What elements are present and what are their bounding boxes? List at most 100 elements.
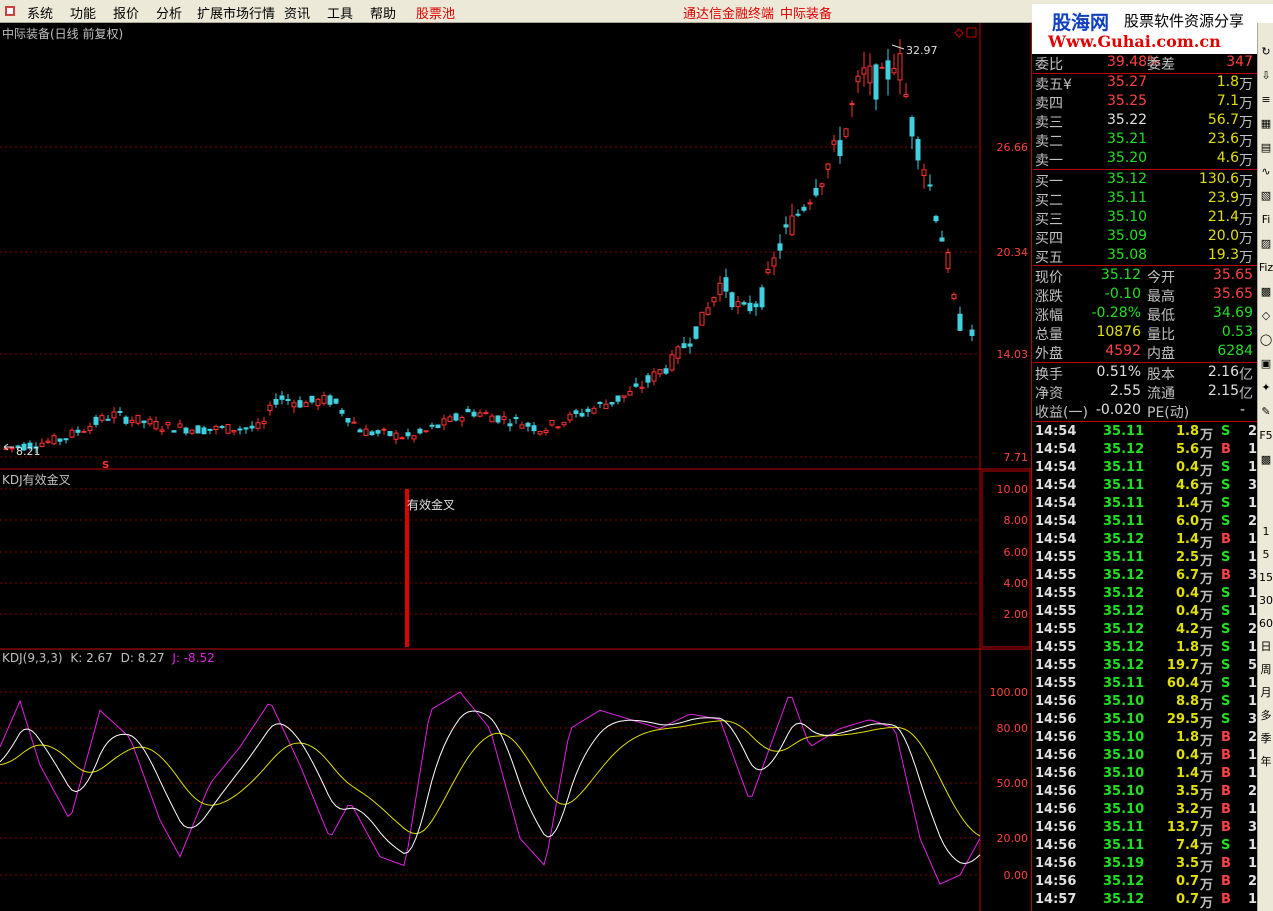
candle-body (615, 395, 621, 402)
toolbar-icon[interactable]: ◯ (1258, 331, 1273, 349)
candle-body (927, 184, 933, 187)
menu-quote[interactable]: 报价 (113, 3, 139, 22)
candle-body (933, 215, 939, 222)
toolbar-icon[interactable]: ▨ (1258, 235, 1273, 253)
candle-body (729, 292, 735, 308)
candle-body (261, 420, 267, 425)
candle-body (591, 407, 597, 414)
kdj-name: KDJ(9,3,3) (2, 651, 63, 665)
candle-body (51, 435, 57, 445)
kdj-axis-label: 20.00 (997, 832, 1029, 845)
stat-row: 现价 35.12 今开 35.65 (1035, 267, 1253, 286)
candle-body (165, 422, 171, 426)
toolbar-icon[interactable]: F5 (1258, 427, 1273, 445)
toolbar-icon[interactable]: ∿ (1258, 163, 1273, 181)
candle-body (57, 438, 63, 442)
tick-row: 14:56 35.11 13.7 万 B 3 (1035, 820, 1257, 839)
candle-body (135, 414, 141, 424)
toolbar-icon[interactable]: Fiz (1258, 259, 1273, 277)
period-button[interactable]: 30 (1258, 592, 1273, 610)
menu-news[interactable]: 资讯 (284, 3, 310, 22)
toolbar-icon[interactable]: ▧ (1258, 187, 1273, 205)
menu-analysis[interactable]: 分析 (156, 3, 182, 22)
chart-canvas[interactable]: 26.66 20.34 14.03 7.71 10.00 8.00 6.00 4… (0, 23, 1032, 911)
candle-body (495, 415, 501, 423)
link-terminal[interactable]: 通达信金融终端 (683, 3, 774, 22)
period-button[interactable]: 5 (1258, 546, 1273, 564)
menu-stock-pool[interactable]: 股票池 (416, 3, 455, 22)
toolbar-icon[interactable]: ✦ (1258, 379, 1273, 397)
period-button[interactable]: 日 (1258, 638, 1273, 656)
candle-body (459, 416, 465, 422)
quote-panel: 委比 39.48% 委差 347 卖五¥ 35.27 1.8 万卖四 35.25 7.1 万卖三 35… (1033, 54, 1257, 911)
period-button[interactable]: 60 (1258, 615, 1273, 633)
toolbar-icon[interactable]: ▩ (1258, 283, 1273, 301)
toolbar-icon[interactable]: ▩ (1258, 451, 1273, 469)
chart-window-icons[interactable] (954, 27, 977, 38)
candle-body (273, 398, 279, 405)
candle-body (117, 410, 123, 413)
candle-body (537, 430, 543, 435)
menu-function[interactable]: 功能 (70, 3, 96, 22)
period-button[interactable]: 周 (1258, 661, 1273, 679)
menu-tools[interactable]: 工具 (327, 3, 353, 22)
link-stock-name[interactable]: 中际装备 (780, 3, 832, 22)
tick-row: 14:54 35.11 1.8 万 S 2 (1035, 424, 1257, 443)
candle-body (723, 277, 729, 292)
toolbar-icon[interactable]: ≡ (1258, 91, 1273, 109)
candle-body (855, 75, 861, 83)
menu-system[interactable]: 系统 (27, 3, 53, 22)
menu-extended-market[interactable]: 扩展市场行情 (197, 3, 275, 22)
candle-body (297, 400, 303, 408)
candle-body (375, 430, 381, 434)
candle-body (765, 268, 771, 274)
candle-body (171, 430, 177, 433)
candle-body (489, 415, 495, 423)
toolbar-icon[interactable]: ⇩ (1258, 67, 1273, 85)
candle-body (873, 64, 879, 100)
menu-help[interactable]: 帮助 (370, 3, 396, 22)
toolbar-icon[interactable]: ▣ (1258, 355, 1273, 373)
toolbar-icon[interactable]: ▤ (1258, 139, 1273, 157)
chart-area[interactable]: 26.66 20.34 14.03 7.71 10.00 8.00 6.00 4… (0, 23, 1032, 911)
kdjc-axis-label: 8.00 (1004, 514, 1029, 527)
candle-body (105, 418, 111, 421)
candle-body (645, 375, 651, 383)
candle-body (465, 408, 471, 413)
tick-row: 14:54 35.12 5.6 万 B 1 (1035, 442, 1257, 461)
kdj-d-value: D: 8.27 (120, 651, 165, 665)
bid-row: 买二 35.11 23.9 万 (1035, 190, 1253, 209)
kdj-cross-title: KDJ有效金叉 (2, 473, 71, 487)
period-button[interactable]: 15 (1258, 569, 1273, 587)
kdjc-axis-label: 10.00 (997, 483, 1029, 496)
candle-body (639, 386, 645, 389)
toolbar-icon[interactable]: ▦ (1258, 115, 1273, 133)
candle-body (213, 425, 219, 430)
toolbar-icon[interactable]: Fi (1258, 211, 1273, 229)
period-button[interactable]: 季 (1258, 730, 1273, 748)
candle-body (123, 416, 129, 424)
period-button[interactable]: 多 (1258, 707, 1273, 725)
golden-cross-label: 有效金叉 (407, 497, 455, 512)
candle-body (627, 390, 633, 396)
candle-body (231, 430, 237, 433)
candle-body (207, 428, 213, 431)
candle-body (417, 428, 423, 434)
candle-body (759, 287, 765, 308)
period-button[interactable]: 年 (1258, 753, 1273, 771)
candle-body (327, 395, 333, 405)
candle-body (561, 421, 567, 426)
candle-body (45, 440, 51, 443)
stat2-row: 净资 2.55 流通 2.15 亿 (1035, 383, 1253, 402)
period-button[interactable]: 1 (1258, 523, 1273, 541)
candle-body (699, 311, 705, 326)
candlestick-series (3, 39, 975, 453)
low-price-label: 8.21 (16, 445, 41, 458)
stat-row: 涨幅 -0.28% 最低 34.69 (1035, 305, 1253, 324)
period-button[interactable]: 月 (1258, 684, 1273, 702)
toolbar-icon[interactable]: ◇ (1258, 307, 1273, 325)
price-axis-label: 14.03 (997, 348, 1029, 361)
toolbar-icon[interactable]: ✎ (1258, 403, 1273, 421)
toolbar-icon[interactable]: ↻ (1258, 43, 1273, 61)
candle-body (651, 371, 657, 382)
